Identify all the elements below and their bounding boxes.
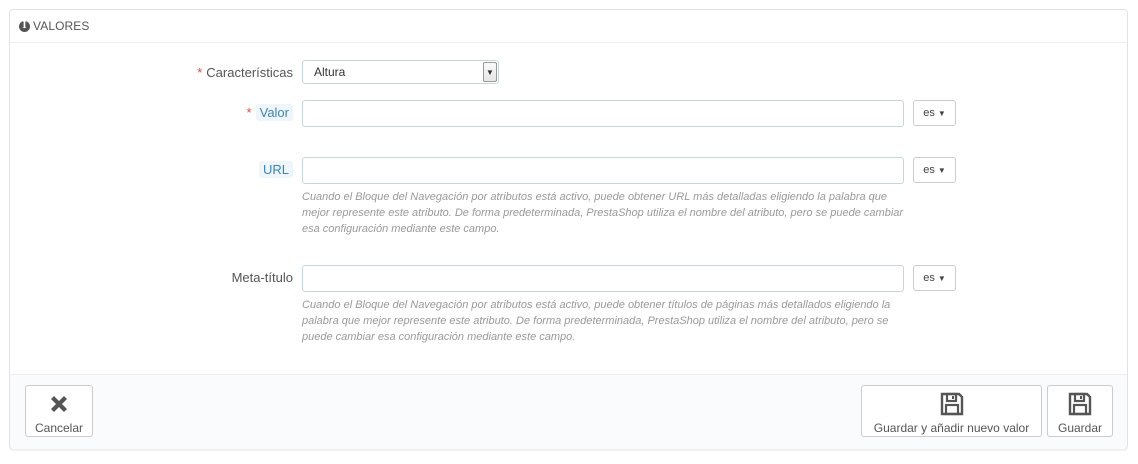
save-button[interactable]: Guardar [1047,385,1113,437]
valor-lang-button[interactable]: es ▼ [913,100,956,126]
url-input[interactable] [302,157,904,184]
info-icon: i [19,20,30,32]
required-marker: * [197,65,203,80]
url-help-text: Cuando el Bloque del Navegación por atri… [302,191,904,235]
valores-panel: i VALORES * Características Altura ▼ * Val… [9,9,1128,449]
url-lang-button[interactable]: es ▼ [913,157,956,183]
meta-title-input[interactable] [302,265,904,292]
required-marker: * [246,105,252,120]
meta-lang-button[interactable]: es ▼ [913,265,956,291]
caracteristicas-selected-value: Altura [314,65,346,79]
floppy-disk-icon [940,392,963,416]
close-icon [51,396,67,412]
valor-label: * Valor [247,104,293,121]
url-label: URL [258,161,293,178]
chevron-down-icon[interactable]: ▼ [483,62,497,82]
cancel-button[interactable]: Cancelar [25,385,93,437]
lang-code: es [923,107,935,119]
caracteristicas-select[interactable]: Altura ▼ [302,60,499,84]
save-label: Guardar [1057,421,1103,435]
panel-heading: i VALORES [10,10,1127,43]
lang-code: es [923,164,935,176]
meta-label: Meta-título [231,270,293,285]
caret-down-icon: ▼ [937,273,946,283]
panel-footer: Cancelar Guardar y añadir nuevo valor Gu… [10,374,1127,449]
valor-input[interactable] [302,100,904,127]
save-and-add-button[interactable]: Guardar y añadir nuevo valor [861,385,1042,437]
caret-down-icon: ▼ [937,108,946,118]
save-and-add-label: Guardar y añadir nuevo valor [873,421,1030,435]
meta-help-text: Cuando el Bloque del Navegación por atri… [302,299,891,343]
caracteristicas-label: * Características [197,65,293,80]
lang-code: es [923,272,935,284]
cancel-label: Cancelar [34,421,84,435]
floppy-disk-icon [1068,392,1092,416]
panel-title: VALORES [33,19,90,33]
caret-down-icon: ▼ [937,165,946,175]
